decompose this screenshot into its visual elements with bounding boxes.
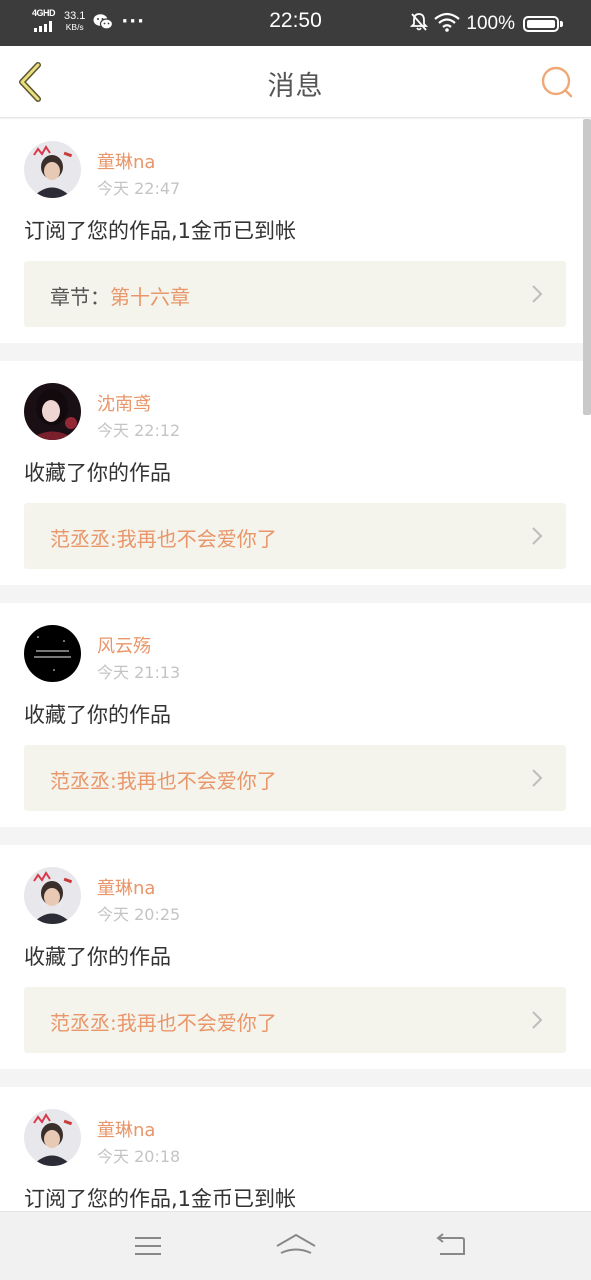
username[interactable]: 童琳na <box>97 874 155 900</box>
wifi-icon <box>434 12 461 36</box>
avatar[interactable] <box>24 383 81 440</box>
avatar[interactable] <box>24 625 81 682</box>
chevron-right-icon <box>532 769 543 787</box>
search-icon <box>541 66 573 98</box>
message-text: 订阅了您的作品,1金币已到帐 <box>24 219 297 243</box>
reference-value: 范丞丞:我再也不会爱你了 <box>50 1011 277 1035</box>
chevron-right-icon <box>532 285 543 303</box>
battery-percent: 100% <box>466 13 515 34</box>
home-button[interactable] <box>272 1226 320 1266</box>
message-time: 今天 21:13 <box>97 663 181 682</box>
home-icon <box>276 1233 316 1254</box>
work-reference-link[interactable]: 范丞丞:我再也不会爱你了 <box>24 987 566 1053</box>
status-bar: 4GHD 33.1 KB/s ··· 22:50 100% <box>0 0 591 46</box>
username[interactable]: 风云殇 <box>97 632 151 658</box>
menu-icon <box>135 1237 161 1255</box>
app-screen: 4GHD 33.1 KB/s ··· 22:50 100% 消息 童琳na 今天… <box>0 0 591 1280</box>
battery-icon <box>523 16 563 32</box>
reference-text: 范丞丞:我再也不会爱你了 <box>50 523 277 552</box>
message-text: 收藏了你的作品 <box>24 703 171 727</box>
message-card: 童琳na 今天 20:25 收藏了你的作品 范丞丞:我再也不会爱你了 <box>0 845 591 1069</box>
scrollbar[interactable] <box>583 119 591 415</box>
work-reference-link[interactable]: 章节：第十六章 <box>24 261 566 327</box>
title-bar: 消息 <box>0 46 591 118</box>
reference-value: 范丞丞:我再也不会爱你了 <box>50 527 277 551</box>
message-card: 童琳na 今天 20:18 订阅了您的作品,1金币已到帐 <box>0 1087 591 1211</box>
message-card: 沈南鸢 今天 22:12 收藏了你的作品 范丞丞:我再也不会爱你了 <box>0 361 591 585</box>
avatar[interactable] <box>24 867 81 924</box>
message-text: 订阅了您的作品,1金币已到帐 <box>24 1187 297 1211</box>
work-reference-link[interactable]: 范丞丞:我再也不会爱你了 <box>24 503 566 569</box>
page-title: 消息 <box>267 71 324 102</box>
username[interactable]: 童琳na <box>97 148 155 174</box>
status-right-group: 100% <box>404 12 563 36</box>
reference-label: 章节： <box>50 285 110 309</box>
message-text: 收藏了你的作品 <box>24 945 171 969</box>
reference-value: 第十六章 <box>110 285 190 309</box>
mute-icon <box>410 12 429 36</box>
reference-text: 范丞丞:我再也不会爱你了 <box>50 765 277 794</box>
avatar[interactable] <box>24 1109 81 1166</box>
message-time: 今天 20:18 <box>97 1147 181 1166</box>
reference-text: 范丞丞:我再也不会爱你了 <box>50 1007 277 1036</box>
reference-text: 章节：第十六章 <box>50 281 190 310</box>
chevron-right-icon <box>532 527 543 545</box>
message-card: 风云殇 今天 21:13 收藏了你的作品 范丞丞:我再也不会爱你了 <box>0 603 591 827</box>
work-reference-link[interactable]: 范丞丞:我再也不会爱你了 <box>24 745 566 811</box>
back-nav-button[interactable] <box>426 1226 474 1266</box>
username[interactable]: 童琳na <box>97 1116 155 1142</box>
back-icon <box>436 1233 465 1255</box>
chevron-right-icon <box>532 1011 543 1029</box>
message-time: 今天 22:47 <box>97 179 181 198</box>
message-time: 今天 20:25 <box>97 905 181 924</box>
reference-value: 范丞丞:我再也不会爱你了 <box>50 769 277 793</box>
search-button[interactable] <box>537 62 577 102</box>
message-list[interactable]: 童琳na 今天 22:47 订阅了您的作品,1金币已到帐 章节：第十六章 沈南鸢… <box>0 119 591 1211</box>
message-text: 收藏了你的作品 <box>24 461 171 485</box>
system-nav-bar <box>0 1211 591 1280</box>
username[interactable]: 沈南鸢 <box>97 390 151 416</box>
message-card: 童琳na 今天 22:47 订阅了您的作品,1金币已到帐 章节：第十六章 <box>0 119 591 343</box>
menu-button[interactable] <box>124 1226 172 1266</box>
avatar[interactable] <box>24 141 81 198</box>
message-time: 今天 22:12 <box>97 421 181 440</box>
